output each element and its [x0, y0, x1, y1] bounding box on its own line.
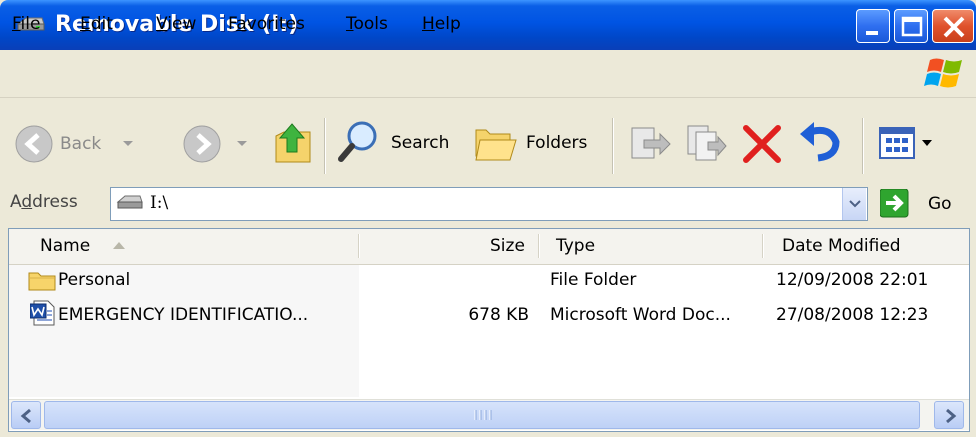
address-label-accel: d	[21, 192, 33, 212]
menu-file[interactable]: File	[12, 12, 40, 36]
toolbar-separator	[612, 118, 614, 174]
menu-help-accel: H	[422, 14, 435, 34]
delete-button[interactable]	[740, 120, 784, 166]
column-header-name[interactable]: Name	[40, 233, 90, 259]
folders-label: Folders	[526, 133, 588, 153]
chevron-down-icon	[237, 141, 247, 146]
column-date-label: Date Modified	[782, 236, 901, 256]
views-button[interactable]	[878, 124, 942, 164]
search-label: Search	[391, 133, 450, 153]
menu-view[interactable]: View	[156, 12, 196, 36]
menu-edit-rest: dit	[90, 14, 113, 34]
menu-tools[interactable]: Tools	[346, 12, 388, 36]
menu-favorites-label: F	[228, 14, 237, 34]
column-header-size[interactable]: Size	[490, 233, 525, 259]
sort-ascending-icon	[113, 242, 125, 249]
scroll-left-button[interactable]	[11, 401, 41, 429]
scroll-right-button[interactable]	[934, 401, 964, 429]
back-label: Back	[60, 134, 102, 154]
column-size-label: Size	[490, 236, 525, 256]
address-input[interactable]	[110, 187, 868, 221]
menu-favorites[interactable]: Favorites	[228, 12, 305, 36]
go-button[interactable]	[879, 188, 909, 218]
grip-icon	[474, 410, 492, 420]
up-folder-button[interactable]	[270, 118, 316, 168]
chevron-down-icon	[849, 200, 861, 208]
copy-to-icon	[687, 125, 727, 161]
menu-tools-rest: ools	[353, 14, 388, 34]
explorer-window: Removable Disk (I:) File Edit View Favor…	[0, 0, 976, 437]
column-header-type[interactable]: Type	[556, 233, 595, 259]
file-name: Personal	[58, 270, 131, 290]
file-date: 12/09/2008 22:01	[776, 270, 929, 290]
move-to-icon	[631, 127, 671, 159]
column-divider[interactable]	[358, 234, 360, 258]
menu-view-rest: iew	[167, 14, 197, 34]
column-divider[interactable]	[538, 234, 540, 258]
up-folder-icon	[275, 123, 311, 163]
file-size: 678 KB	[468, 305, 529, 325]
title-bar[interactable]: Removable Disk (I:)	[0, 0, 976, 50]
menu-edit[interactable]: Edit	[80, 12, 113, 36]
go-arrow-icon	[879, 188, 909, 218]
close-icon	[943, 16, 965, 38]
views-icon	[879, 127, 932, 159]
back-arrow-icon	[15, 125, 53, 163]
back-button[interactable]: Back	[14, 122, 144, 166]
column-divider[interactable]	[762, 234, 764, 258]
address-label: Address	[10, 190, 78, 214]
forward-button[interactable]	[182, 122, 252, 166]
minimize-button[interactable]	[856, 9, 890, 43]
menu-favorites-rest: vorites	[246, 14, 305, 34]
file-type: Microsoft Word Doc...	[550, 305, 731, 325]
forward-arrow-icon	[183, 125, 221, 163]
maximize-button[interactable]	[894, 9, 928, 43]
undo-button[interactable]	[796, 120, 842, 166]
toolbar-separator	[324, 118, 326, 174]
menu-favorites-accel: a	[236, 14, 247, 34]
search-icon	[338, 121, 377, 162]
chevron-right-icon	[946, 408, 957, 424]
chevron-down-icon	[123, 141, 133, 146]
menu-edit-accel: E	[80, 14, 91, 34]
move-to-button[interactable]	[628, 122, 672, 166]
menu-help[interactable]: Help	[422, 12, 461, 36]
menu-view-accel: V	[156, 14, 168, 34]
delete-icon	[743, 125, 781, 163]
column-header-date[interactable]: Date Modified	[782, 233, 901, 259]
windows-logo-icon	[924, 58, 962, 88]
close-button[interactable]	[932, 9, 974, 43]
toolbar-separator	[862, 118, 864, 174]
undo-icon	[800, 122, 840, 162]
menu-bar	[0, 50, 976, 98]
drive-icon	[116, 195, 143, 209]
address-value: I:\	[150, 193, 169, 213]
address-label-start: A	[10, 192, 22, 212]
address-dropdown-button[interactable]	[842, 188, 866, 220]
chevron-left-icon	[20, 408, 31, 424]
folder-icon	[28, 272, 56, 291]
folders-icon	[475, 129, 517, 161]
search-button[interactable]: Search	[336, 120, 456, 166]
minimize-icon	[866, 31, 878, 35]
column-name-label: Name	[40, 236, 91, 256]
go-label[interactable]: Go	[928, 193, 952, 215]
maximize-icon	[901, 16, 923, 37]
menu-file-rest: ile	[20, 14, 41, 34]
column-type-label: Type	[556, 236, 596, 256]
menu-help-rest: elp	[434, 14, 461, 34]
file-type: File Folder	[550, 270, 637, 290]
file-date: 27/08/2008 12:23	[776, 305, 929, 325]
address-label-rest: dress	[32, 192, 78, 212]
menu-tools-accel: T	[346, 14, 354, 34]
folders-button[interactable]: Folders	[472, 120, 598, 166]
copy-to-button[interactable]	[684, 122, 728, 166]
menu-file-accel: F	[12, 14, 21, 34]
